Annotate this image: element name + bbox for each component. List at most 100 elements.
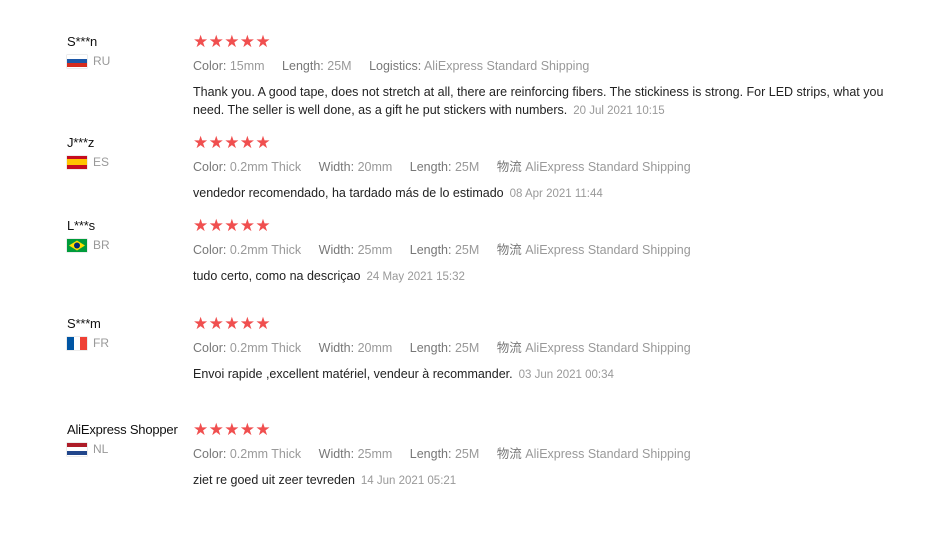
attr-value: 0.2mm Thick: [229, 160, 302, 174]
review-body: tudo certo, como na descriçao: [193, 269, 361, 283]
attr-value: 0.2mm Thick: [229, 341, 302, 355]
country-code: RU: [93, 54, 111, 68]
reviewer-country: NL: [67, 442, 108, 456]
reviewer-country: ES: [67, 155, 109, 169]
attr-value: 25M: [454, 341, 480, 355]
attr-value: 25M: [327, 59, 352, 73]
reviewer: AliExpress Shopper NL: [67, 422, 187, 456]
review-body: Envoi rapide ,excellent matériel, vendeu…: [193, 367, 513, 381]
attr-value: 25M: [454, 160, 480, 174]
review-text: tudo certo, como na descriçao 24 May 2021…: [193, 267, 908, 286]
star-icon: ★: [224, 420, 240, 439]
review-body: Thank you. A good tape, does not stretch…: [193, 85, 884, 117]
star-icon: ★: [193, 216, 209, 235]
star-icon: ★: [239, 216, 256, 235]
attr-key: Width:: [318, 341, 355, 355]
attr-value: 25mm: [357, 243, 393, 257]
sku-attributes: Color: 0.2mm Thick Width: 20mm Length: 2…: [193, 159, 908, 175]
attr-key: Length:: [409, 160, 452, 174]
country-code: BR: [93, 238, 110, 252]
attr-key: Width:: [318, 243, 355, 257]
reviewer-country: BR: [67, 238, 110, 252]
attr-value: AliExpress Standard Shipping: [525, 447, 691, 461]
star-icon: ★: [208, 314, 224, 333]
attr-key: Logistics:: [369, 59, 422, 73]
review-date: 03 Jun 2021 00:34: [518, 369, 614, 381]
star-icon: ★: [208, 216, 224, 235]
review-text: Envoi rapide ,excellent matériel, vendeu…: [193, 365, 908, 384]
review-content: ★★★★★ Color: 15mm Length: 25M Logistics:…: [193, 32, 908, 120]
attr-key: Color:: [193, 160, 227, 174]
attr-key: Color:: [193, 447, 227, 461]
review-content: ★★★★★ Color: 0.2mm Thick Width: 20mm Len…: [193, 314, 908, 384]
flag-br-icon: [67, 238, 87, 252]
attr-value: 20mm: [357, 341, 393, 355]
sku-attributes: Color: 0.2mm Thick Width: 25mm Length: 2…: [193, 446, 908, 462]
reviewer: S***m FR: [67, 316, 187, 350]
sku-attributes: Color: 15mm Length: 25M Logistics: AliEx…: [193, 58, 908, 74]
star-icon: ★: [208, 133, 224, 152]
country-code: NL: [93, 442, 109, 456]
attr-value: 15mm: [229, 59, 265, 73]
review-date: 08 Apr 2021 11:44: [509, 188, 603, 200]
reviewer-country: FR: [67, 336, 109, 350]
attr-key: Color:: [193, 341, 227, 355]
flag-es-icon: [67, 155, 87, 169]
attr-key: 物流: [496, 243, 522, 257]
attr-key: 物流: [496, 447, 522, 461]
star-icon: ★: [193, 133, 209, 152]
star-icon: ★: [193, 420, 209, 439]
star-icon: ★: [224, 133, 240, 152]
star-icon: ★: [239, 133, 256, 152]
attr-value: 25M: [454, 243, 480, 257]
review-date: 14 Jun 2021 05:21: [360, 475, 457, 487]
review-content: ★★★★★ Color: 0.2mm Thick Width: 25mm Len…: [193, 216, 908, 286]
star-rating: ★★★★★: [193, 32, 908, 51]
star-icon: ★: [208, 420, 224, 439]
attr-value: AliExpress Standard Shipping: [525, 160, 691, 174]
attr-value: AliExpress Standard Shipping: [525, 243, 691, 257]
reviewer-name: S***m: [67, 316, 101, 331]
sku-attributes: Color: 0.2mm Thick Width: 20mm Length: 2…: [193, 340, 908, 356]
star-icon: ★: [239, 32, 256, 51]
attr-key: Width:: [318, 447, 355, 461]
attr-key: 物流: [496, 160, 522, 174]
attr-value: 20mm: [357, 160, 393, 174]
star-icon: ★: [239, 420, 256, 439]
star-rating: ★★★★★: [193, 216, 908, 235]
attr-key: Length:: [409, 447, 452, 461]
star-rating: ★★★★★: [193, 420, 908, 439]
country-code: FR: [93, 336, 109, 350]
reviewer: J***z ES: [67, 135, 187, 169]
star-icon: ★: [255, 314, 271, 333]
star-icon: ★: [208, 32, 224, 51]
attr-key: Length:: [409, 341, 452, 355]
review-content: ★★★★★ Color: 0.2mm Thick Width: 25mm Len…: [193, 420, 908, 490]
reviewer-name: L***s: [67, 218, 95, 233]
attr-key: Width:: [318, 160, 355, 174]
review-text: ziet re goed uit zeer tevreden 14 Jun 202…: [193, 471, 908, 490]
reviewer-name: S***n: [67, 34, 98, 49]
sku-attributes: Color: 0.2mm Thick Width: 25mm Length: 2…: [193, 242, 908, 258]
reviewer: L***s BR: [67, 218, 187, 252]
attr-value: 0.2mm Thick: [229, 243, 302, 257]
attr-value: 25mm: [357, 447, 393, 461]
star-icon: ★: [193, 314, 209, 333]
review-date: 20 Jul 2021 10:15: [573, 105, 665, 117]
star-icon: ★: [255, 133, 271, 152]
star-icon: ★: [255, 420, 271, 439]
attr-value: 25M: [454, 447, 480, 461]
attr-value: AliExpress Standard Shipping: [423, 59, 590, 73]
attr-key: Color:: [193, 243, 227, 257]
attr-key: Color:: [193, 59, 227, 73]
review-content: ★★★★★ Color: 0.2mm Thick Width: 20mm Len…: [193, 133, 908, 203]
reviewer: S***n RU: [67, 34, 187, 68]
star-icon: ★: [224, 314, 240, 333]
attr-key: Length:: [409, 243, 452, 257]
star-icon: ★: [255, 216, 271, 235]
reviewer-name: AliExpress Shopper: [67, 422, 178, 437]
review-text: Thank you. A good tape, does not stretch…: [193, 83, 908, 120]
star-icon: ★: [193, 32, 209, 51]
star-icon: ★: [224, 32, 240, 51]
attr-key: Length:: [282, 59, 324, 73]
